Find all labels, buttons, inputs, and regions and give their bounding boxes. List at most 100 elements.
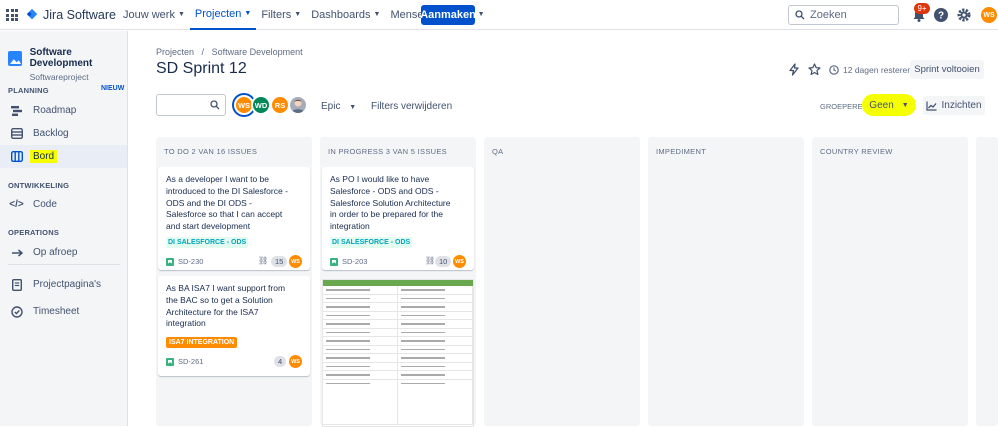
nav-projecten[interactable]: Projecten ▼ — [189, 0, 257, 30]
issue-card-sd-203[interactable]: As PO I would like to have Salesforce - … — [322, 167, 474, 270]
assignee-avatar[interactable]: WS — [289, 255, 302, 268]
subtask-icon: ⛓ — [425, 256, 436, 265]
new-badge: NIEUW — [101, 85, 125, 92]
card-summary: As BA ISA7 I want support from the BAC s… — [166, 283, 286, 329]
group-by-value: Geen — [869, 99, 894, 111]
issue-key[interactable]: SD-261 — [178, 357, 203, 366]
board-column-impediment: IMPEDIMENT — [648, 137, 804, 426]
column-title: QA — [492, 147, 504, 156]
story-icon — [166, 257, 174, 266]
attachment-row — [323, 337, 473, 346]
person-icon — [291, 99, 305, 113]
sidebar-item-label: Code — [33, 199, 57, 210]
app-switcher-icon[interactable] — [6, 9, 18, 21]
sidebar-item-roadmap[interactable]: Roadmap — [0, 99, 127, 122]
filter-avatar-photo[interactable] — [288, 95, 308, 115]
insights-button[interactable]: Inzichten — [923, 96, 985, 115]
star-icon[interactable] — [808, 63, 821, 76]
card-footer: SD-203 — [330, 257, 367, 266]
attachment-row — [323, 362, 473, 371]
sidebar-item-label: Roadmap — [33, 105, 77, 116]
sidebar-divider — [8, 264, 120, 265]
attachment-row — [323, 371, 473, 380]
breadcrumb-separator: / — [201, 47, 205, 57]
card-summary: As a developer I want to be introduced t… — [166, 174, 288, 232]
chart-icon — [926, 101, 937, 111]
sidebar-item-backlog[interactable]: Backlog — [0, 122, 127, 145]
chevron-down-icon: ▼ — [373, 11, 381, 18]
story-icon — [330, 257, 338, 266]
nav-label: Projecten — [194, 8, 242, 20]
sidebar-item-code[interactable]: </> Code — [0, 193, 127, 216]
epic-tag: ISA7 INTEGRATION — [166, 337, 238, 348]
sidebar-item-label: Backlog — [33, 128, 69, 139]
sidebar-item-timesheet[interactable]: Timesheet — [0, 300, 127, 323]
attachment-row — [323, 328, 473, 337]
notification-badge: 9+ — [914, 3, 930, 14]
story-points: 15 — [271, 256, 288, 267]
section-ontwikkeling: ONTWIKKELING — [8, 181, 70, 190]
attachment-row — [323, 311, 473, 320]
sidebar-item-on-call[interactable]: Op afroep — [0, 241, 127, 264]
issue-card-sd-261[interactable]: As BA ISA7 I want support from the BAC s… — [158, 276, 310, 376]
nav-jouw-werk[interactable]: Jouw werk ▼ — [118, 0, 190, 30]
assignee-avatar[interactable]: WS — [289, 355, 302, 368]
column-title: IMPEDIMENT — [656, 147, 707, 156]
nav-dashboards[interactable]: Dashboards ▼ — [306, 0, 385, 30]
user-avatar[interactable]: WS — [981, 7, 997, 23]
issue-key[interactable]: SD-230 — [178, 257, 203, 266]
remaining-text: 12 dagen resterend — [843, 65, 917, 75]
insights-label: Inzichten — [941, 100, 982, 111]
breadcrumb: Projecten / Software Development — [156, 47, 303, 57]
column-title: TO DO 2 VAN 16 ISSUES — [164, 147, 258, 156]
lightning-icon[interactable] — [788, 63, 800, 76]
roadmap-icon — [10, 104, 23, 117]
help-icon[interactable]: ? — [933, 7, 949, 23]
gear-icon[interactable] — [956, 7, 972, 23]
story-icon — [166, 357, 174, 366]
attachment-row — [323, 294, 473, 303]
board-search-input[interactable] — [156, 94, 226, 116]
epic-tag: DI SALESFORCE - ODS — [166, 237, 249, 248]
column-title: COUNTRY REVIEW — [820, 147, 893, 156]
sidebar-item-project-pages[interactable]: Projectpagina's — [0, 273, 127, 296]
breadcrumb-projects[interactable]: Projecten — [156, 47, 194, 57]
attachment-row — [323, 303, 473, 312]
board-column-todo: TO DO 2 VAN 16 ISSUES As a developer I w… — [156, 137, 312, 426]
chevron-down-icon: ▼ — [177, 11, 185, 18]
project-header[interactable]: Software Development Softwareproject — [8, 47, 127, 82]
nav-label: Filters — [261, 9, 292, 21]
svg-text:?: ? — [938, 11, 944, 22]
chevron-down-icon: ▼ — [294, 11, 302, 18]
card-summary: As PO I would like to have Salesforce - … — [330, 174, 451, 232]
issue-key[interactable]: SD-203 — [342, 257, 367, 266]
complete-sprint-button[interactable]: Sprint voltooien — [910, 60, 984, 79]
epic-label: Epic — [321, 101, 341, 112]
group-by-dropdown[interactable]: Geen ▼ — [862, 94, 916, 116]
filter-avatar-wd[interactable]: WD — [251, 95, 271, 115]
subtask-icon: ⛓ — [258, 256, 269, 265]
board-column-in-progress: IN PROGRESS 3 VAN 5 ISSUES As PO I would… — [320, 137, 476, 427]
epic-filter-dropdown[interactable]: Epic ▼ — [321, 101, 356, 112]
create-button[interactable]: Aanmaken — [420, 5, 476, 25]
clear-filters-button[interactable]: Filters verwijderen — [371, 101, 452, 112]
chevron-down-icon: ▼ — [901, 101, 909, 109]
assignee-avatar[interactable]: WS — [453, 255, 466, 268]
story-points: 4 — [274, 356, 287, 367]
sidebar-item-board[interactable]: Bord — [0, 145, 127, 168]
project-sidebar: Software Development Softwareproject PLA… — [0, 31, 128, 426]
search-input[interactable]: Zoeken — [788, 5, 899, 25]
attachment-row — [323, 320, 473, 329]
breadcrumb-project[interactable]: Software Development — [212, 47, 303, 57]
chevron-down-icon: ▼ — [244, 10, 252, 17]
issue-card-sd-230[interactable]: As a developer I want to be introduced t… — [158, 167, 310, 270]
timesheet-icon — [10, 305, 23, 318]
board-icon — [10, 150, 23, 163]
nav-filters[interactable]: Filters ▼ — [256, 0, 306, 30]
jira-logo[interactable]: Jira Software — [25, 8, 116, 22]
code-icon: </> — [9, 199, 24, 210]
card-attachment-thumbnail[interactable] — [322, 279, 474, 427]
filter-avatar-rs[interactable]: RS — [270, 95, 290, 115]
epic-tag: DI SALESFORCE - ODS — [330, 237, 413, 248]
page-title: SD Sprint 12 — [156, 60, 247, 77]
